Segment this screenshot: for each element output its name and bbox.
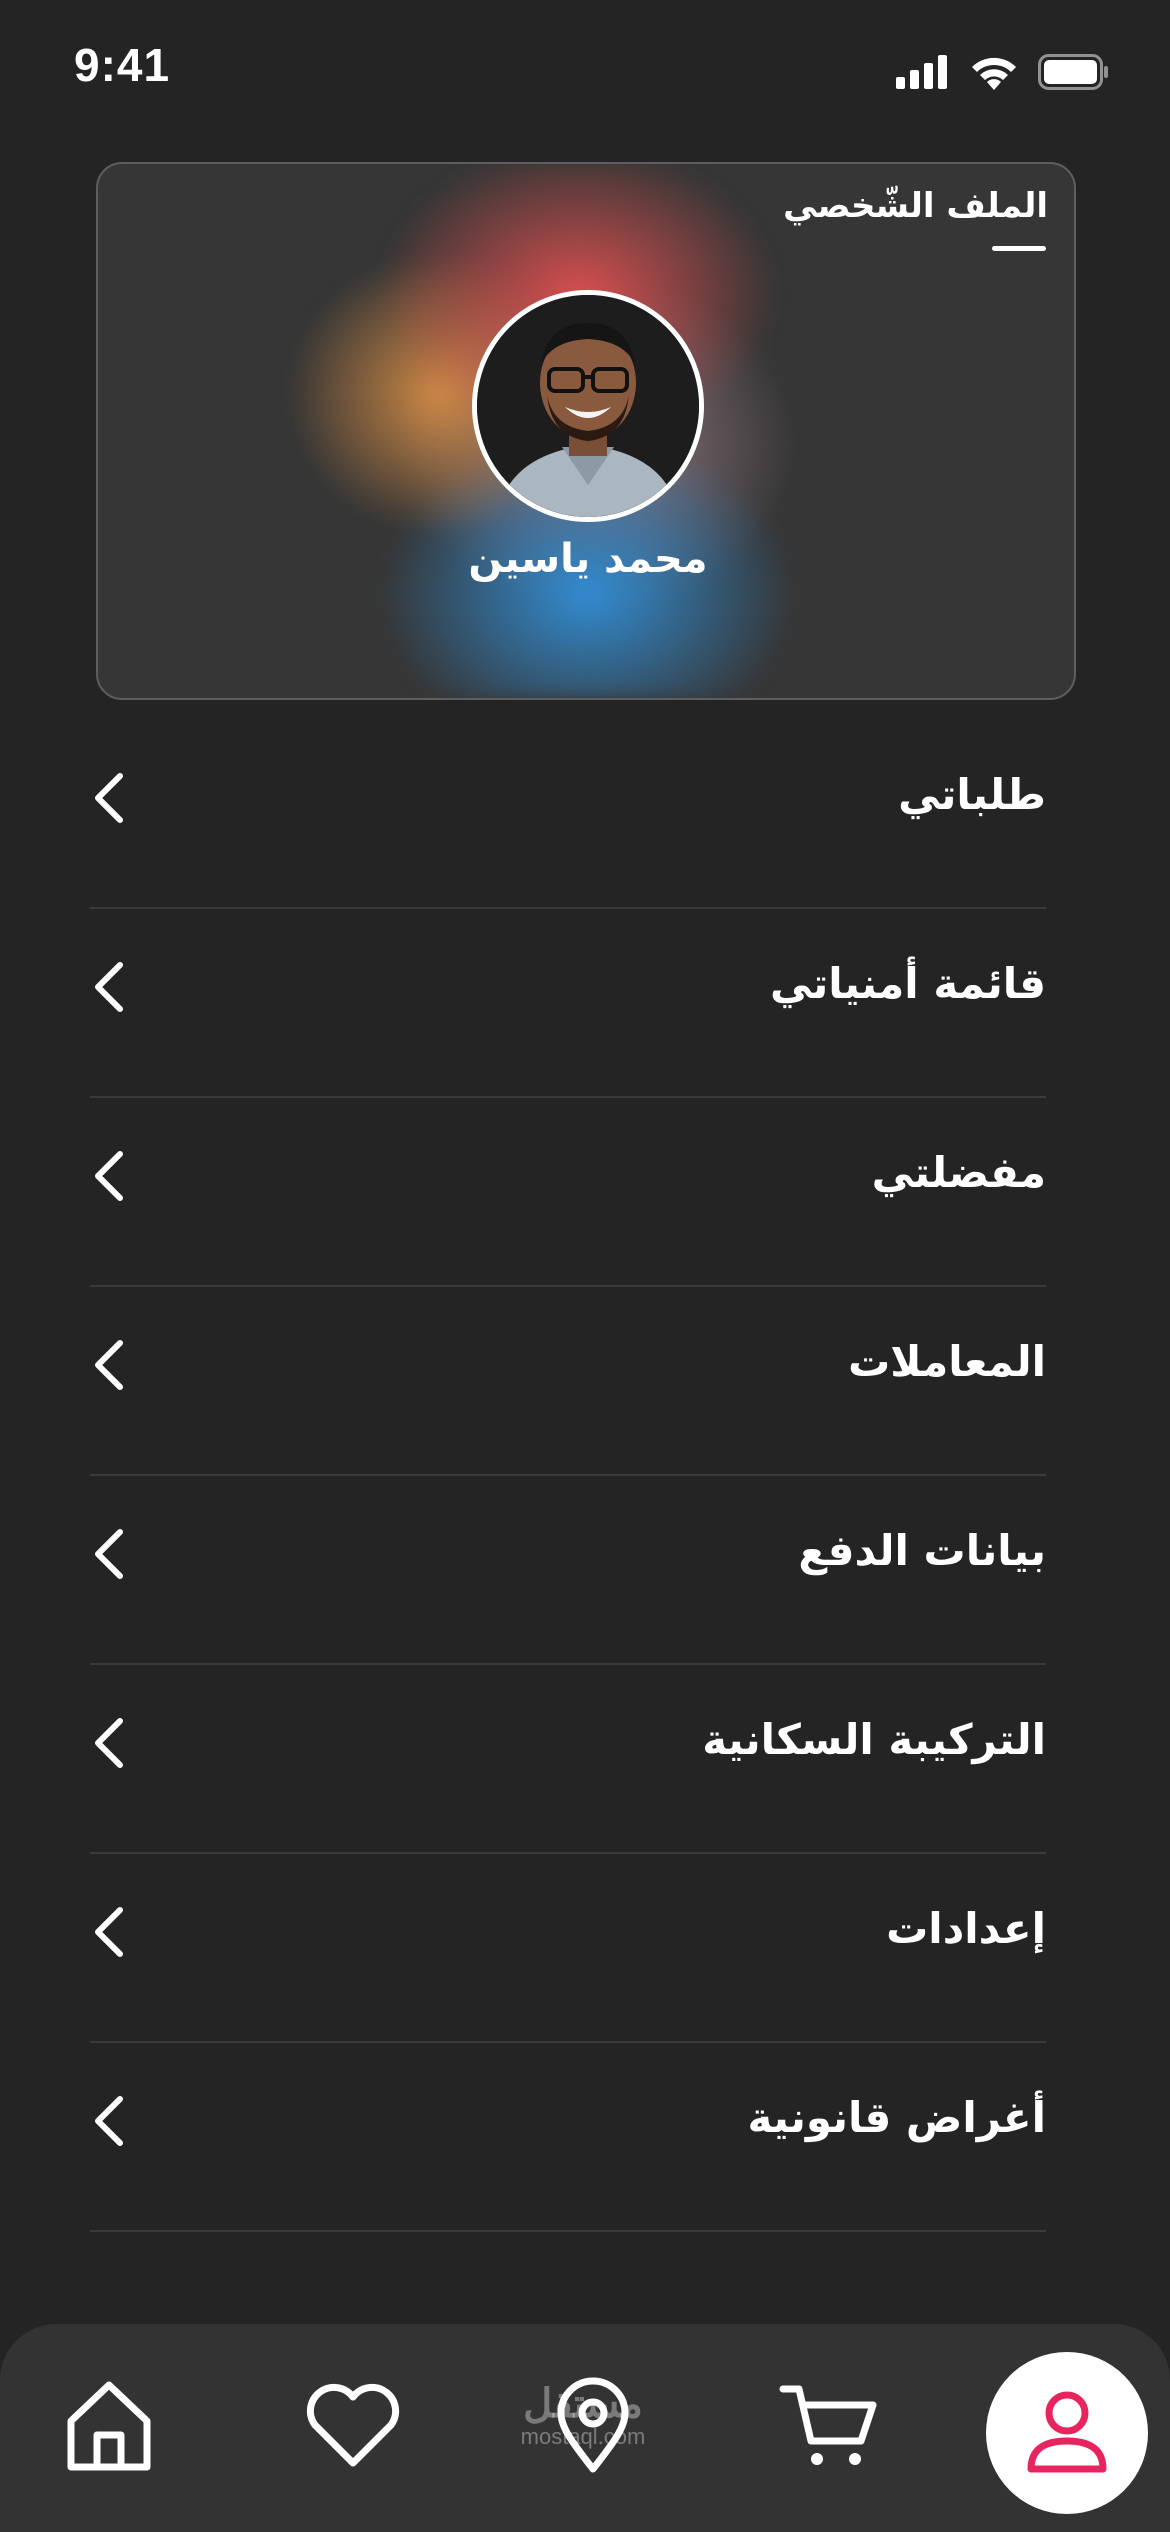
bottom-nav: مستقل mostaql.com — [0, 2324, 1170, 2532]
watermark-url: mostaql.com — [520, 2424, 646, 2449]
nav-favorites-button[interactable] — [298, 2370, 408, 2480]
watermark: مستقل mostaql.com — [508, 2384, 658, 2450]
menu-item-settings[interactable]: إعدادات — [90, 1854, 1046, 2043]
menu-item-label: مفضلتي — [871, 1148, 1046, 1197]
status-bar: 9:41 — [0, 0, 1170, 140]
chevron-left-icon — [95, 2096, 123, 2146]
chevron-left-icon — [95, 1907, 123, 1957]
nav-cart-button[interactable] — [774, 2370, 884, 2480]
menu-item-label: التركيبة السكانية — [702, 1715, 1046, 1764]
nav-home-button[interactable] — [54, 2370, 164, 2480]
menu-item-legal[interactable]: أغراض قانونية — [90, 2043, 1046, 2232]
menu-item-demographics[interactable]: التركيبة السكانية — [90, 1665, 1046, 1854]
chevron-left-icon — [95, 1340, 123, 1390]
menu-item-label: قائمة أمنياتي — [769, 959, 1046, 1008]
menu-item-label: إعدادات — [886, 1904, 1046, 1953]
avatar-photo — [477, 295, 699, 517]
nav-profile-button[interactable] — [986, 2352, 1148, 2514]
chevron-left-icon — [95, 962, 123, 1012]
menu-item-payment-data[interactable]: بيانات الدفع — [90, 1476, 1046, 1665]
page-title: الملف الشّخصي — [783, 186, 1048, 226]
menu-item-transactions[interactable]: المعاملات — [90, 1287, 1046, 1476]
chevron-left-icon — [95, 1529, 123, 1579]
user-name: محمد ياسين — [468, 536, 708, 582]
home-icon — [67, 2381, 151, 2471]
avatar[interactable] — [472, 290, 704, 522]
status-icons — [896, 52, 1110, 92]
cellular-signal-icon — [896, 55, 947, 89]
title-underline — [992, 246, 1046, 251]
cart-icon — [779, 2385, 877, 2465]
menu-item-label: أغراض قانونية — [747, 2093, 1047, 2142]
chevron-left-icon — [95, 1151, 123, 1201]
profile-card: الملف الشّخصي محمد ياسين — [96, 162, 1076, 700]
battery-icon — [1038, 54, 1108, 90]
heart-icon — [306, 2383, 400, 2467]
wifi-icon — [972, 57, 1016, 90]
menu-item-label: المعاملات — [848, 1337, 1046, 1386]
menu-item-wishlist[interactable]: قائمة أمنياتي — [90, 909, 1046, 1098]
menu-item-orders[interactable]: طلباتي — [90, 720, 1046, 909]
user-icon — [1027, 2391, 1107, 2473]
menu-item-label: طلباتي — [898, 770, 1046, 819]
profile-menu: طلباتي قائمة أمنياتي مفضلتي المعاملات بي… — [90, 720, 1046, 2232]
menu-item-label: بيانات الدفع — [798, 1526, 1046, 1575]
chevron-left-icon — [95, 1718, 123, 1768]
status-time: 9:41 — [74, 39, 171, 91]
menu-item-favorites[interactable]: مفضلتي — [90, 1098, 1046, 1287]
chevron-left-icon — [95, 773, 123, 823]
watermark-logo: مستقل — [523, 2382, 643, 2426]
